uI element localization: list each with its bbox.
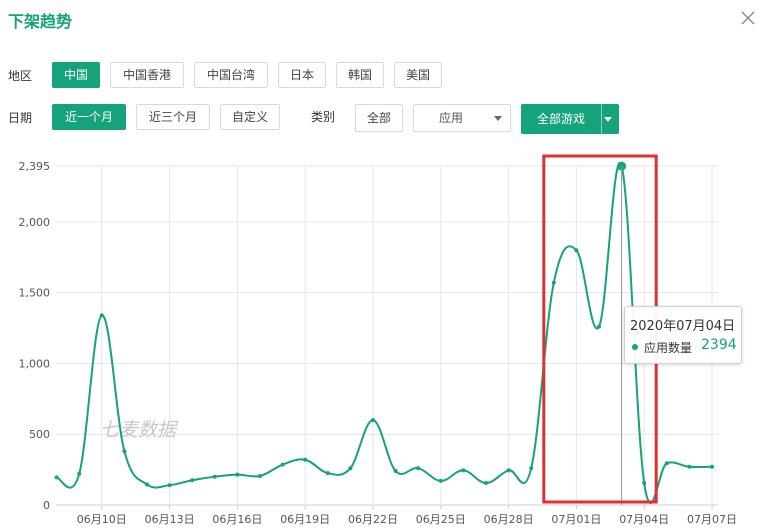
data-point xyxy=(54,475,59,480)
data-point xyxy=(122,449,127,454)
x-tick-label: 07月07日 xyxy=(687,513,737,526)
x-tick-label: 06月22日 xyxy=(348,513,398,526)
data-point xyxy=(190,478,195,483)
data-point xyxy=(529,466,534,471)
x-tick-label: 07月04日 xyxy=(619,513,669,526)
data-point xyxy=(438,478,443,483)
data-point xyxy=(348,466,353,471)
data-point xyxy=(167,483,172,488)
x-tick-label: 06月25日 xyxy=(416,513,466,526)
y-tick-label: 2,000 xyxy=(19,216,51,229)
tooltip-date: 2020年07月04日 xyxy=(630,319,736,334)
data-point xyxy=(597,324,601,329)
data-point xyxy=(484,481,488,486)
data-point xyxy=(371,418,375,423)
tooltip-series-dot xyxy=(632,344,638,350)
data-point xyxy=(551,280,556,285)
data-point xyxy=(303,457,308,462)
chart-tooltip: 2020年07月04日 应用数量 2394 xyxy=(624,306,742,364)
data-point xyxy=(642,481,647,486)
data-point xyxy=(461,468,466,473)
tooltip-series-name: 应用数量 xyxy=(644,341,693,355)
watermark: 七麦数据 xyxy=(100,419,179,441)
x-tick-label: 06月28日 xyxy=(484,513,534,526)
trend-chart: 0 500 1,000 1,500 2,000 2,395 06月10日 06月13日 06月… xyxy=(19,154,737,526)
x-tick-label: 06月16日 xyxy=(212,513,262,526)
data-point xyxy=(212,474,217,479)
y-tick-label: 1,500 xyxy=(19,287,51,300)
y-tick-label: 0 xyxy=(43,499,50,512)
data-point xyxy=(687,464,692,469)
x-tick-label: 07月01日 xyxy=(551,513,601,526)
data-point xyxy=(99,313,104,318)
tooltip-value: 2394 xyxy=(701,337,737,353)
data-point xyxy=(574,248,579,253)
x-tick-label: 06月10日 xyxy=(77,513,127,526)
y-tick-label: 1,000 xyxy=(19,357,51,370)
x-tick-label: 06月13日 xyxy=(145,513,195,526)
data-point xyxy=(664,461,669,466)
data-point xyxy=(77,471,82,476)
data-point xyxy=(235,472,240,477)
y-tick-label: 500 xyxy=(29,428,50,441)
series-line-app-count xyxy=(56,162,713,504)
data-point xyxy=(258,473,262,478)
y-tick-label: 2,395 xyxy=(19,160,51,173)
data-point xyxy=(393,469,398,474)
data-point xyxy=(145,482,149,487)
data-point xyxy=(506,468,511,473)
data-point xyxy=(280,462,285,467)
data-point xyxy=(416,466,421,471)
data-point xyxy=(710,464,714,469)
data-point xyxy=(325,471,330,476)
x-tick-label: 06月19日 xyxy=(280,513,330,526)
